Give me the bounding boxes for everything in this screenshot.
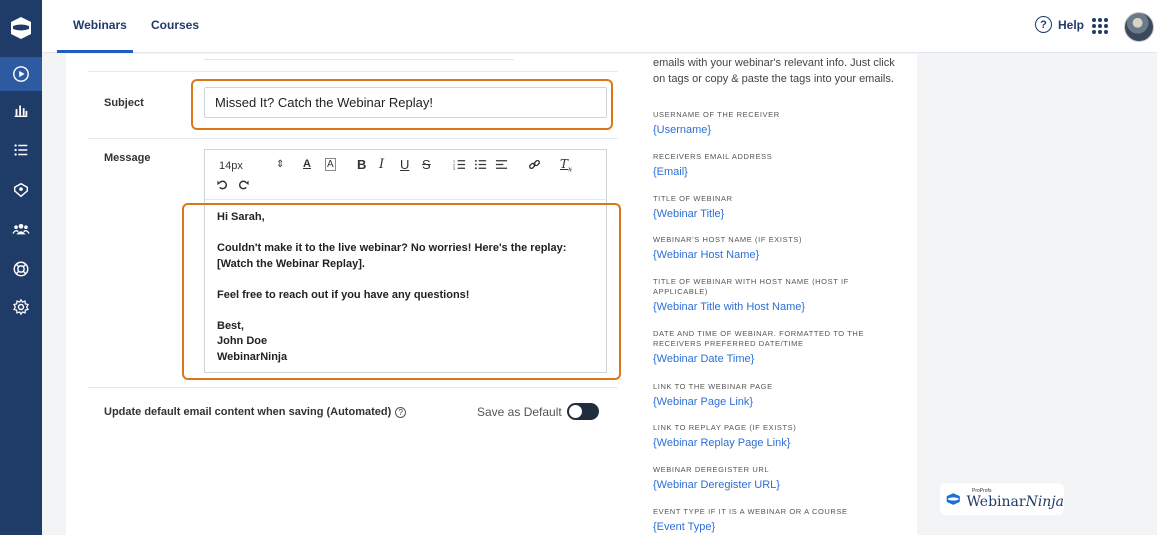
apps-grid-icon[interactable]	[1092, 18, 1108, 34]
sidebar-item-webinars[interactable]	[0, 57, 42, 91]
tag-item: EVENT TYPE IF IT IS A WEBINAR OR A COURS…	[653, 507, 883, 534]
message-label: Message	[104, 152, 151, 164]
tag-title: WEBINAR'S HOST NAME (IF EXISTS)	[653, 235, 803, 244]
help-button[interactable]: ? Help	[1035, 16, 1084, 33]
ninja-logo-icon	[946, 493, 960, 505]
tag-title: TITLE OF WEBINAR	[653, 194, 733, 203]
tag-link[interactable]: {Webinar Host Name}	[653, 248, 883, 262]
users-icon	[12, 223, 30, 235]
sidebar-item-users[interactable]	[11, 219, 31, 239]
tag-item: LINK TO THE WEBINAR PAGE {Webinar Page L…	[653, 382, 883, 409]
gear-icon	[13, 298, 29, 316]
lifebuoy-icon	[13, 261, 29, 277]
message-highlight	[182, 203, 621, 380]
tag-item: DATE AND TIME OF WEBINAR. FORMATTED TO T…	[653, 329, 883, 366]
tab-webinars[interactable]: Webinars	[73, 18, 127, 32]
previous-field-edge	[204, 54, 514, 60]
subject-label: Subject	[104, 97, 144, 109]
active-tab-indicator	[57, 50, 133, 53]
tag-link[interactable]: {Webinar Page Link}	[653, 395, 883, 409]
font-size-dropdown-icon[interactable]: ⇕	[276, 159, 284, 170]
tag-link[interactable]: {Webinar Deregister URL}	[653, 478, 883, 492]
question-circle-icon: ?	[1035, 16, 1052, 33]
tag-title: EVENT TYPE IF IT IS A WEBINAR OR A COURS…	[653, 507, 848, 516]
update-default-text: Update default email content when saving…	[104, 406, 392, 418]
bullet-list-icon[interactable]	[474, 158, 487, 174]
tag-link[interactable]: {Email}	[653, 165, 883, 179]
link-icon[interactable]	[528, 158, 541, 174]
tag-item: RECEIVERS EMAIL ADDRESS {Email}	[653, 152, 883, 179]
tag-title: LINK TO THE WEBINAR PAGE	[653, 382, 773, 391]
tags-intro: emails with your webinar's relevant info…	[653, 57, 895, 85]
tag-link[interactable]: {Webinar Replay Page Link}	[653, 436, 883, 450]
webinarninja-brand-logo: ProProfs WebinarNinja	[940, 483, 1064, 515]
tag-item: TITLE OF WEBINAR {Webinar Title}	[653, 194, 883, 221]
top-bar: Webinars Courses ? Help	[42, 0, 1157, 53]
clear-format-icon[interactable]: Tx	[560, 157, 572, 173]
tag-item: WEBINAR DEREGISTER URL {Webinar Deregist…	[653, 465, 883, 492]
divider	[88, 138, 618, 139]
sidebar-item-analytics[interactable]	[11, 100, 31, 120]
tag-link[interactable]: {Webinar Title with Host Name}	[653, 300, 883, 314]
brand-name-part: Webinar	[966, 493, 1026, 510]
tag-link[interactable]: {Username}	[653, 123, 883, 137]
tag-title: LINK TO REPLAY PAGE (IF EXISTS)	[653, 423, 797, 432]
list-icon	[14, 144, 28, 156]
divider	[88, 71, 618, 72]
tag-link[interactable]: {Webinar Date Time}	[653, 352, 883, 366]
tag-item: USERNAME OF THE RECEIVER {Username}	[653, 110, 883, 137]
tag-item: TITLE OF WEBINAR WITH HOST NAME (HOST IF…	[653, 277, 883, 314]
update-default-label: Update default email content when saving…	[104, 406, 407, 418]
align-icon[interactable]	[495, 158, 508, 174]
tag-item: WEBINAR'S HOST NAME (IF EXISTS) {Webinar…	[653, 235, 883, 262]
svg-text:3: 3	[453, 167, 455, 171]
save-as-default-label: Save as Default	[477, 405, 562, 419]
tab-courses[interactable]: Courses	[151, 18, 199, 32]
redo-icon[interactable]	[237, 178, 250, 194]
webinarninja-logo-icon[interactable]	[9, 16, 33, 40]
integrations-icon	[13, 182, 29, 198]
tag-title: DATE AND TIME OF WEBINAR. FORMATTED TO T…	[653, 329, 865, 348]
highlight-color-icon[interactable]: A	[325, 158, 336, 171]
undo-icon[interactable]	[216, 178, 229, 194]
bold-icon[interactable]: B	[357, 157, 366, 172]
tag-link[interactable]: {Event Type}	[653, 520, 883, 534]
divider	[88, 387, 618, 388]
underline-icon[interactable]: U	[400, 157, 409, 172]
question-circle-icon[interactable]: ?	[395, 406, 407, 418]
tag-title: RECEIVERS EMAIL ADDRESS	[653, 152, 773, 161]
avatar[interactable]	[1124, 12, 1154, 42]
ordered-list-icon[interactable]: 123	[453, 158, 466, 174]
help-label: Help	[1058, 17, 1085, 32]
subject-input[interactable]: Missed It? Catch the Webinar Replay!	[204, 87, 607, 118]
sidebar-item-integrations[interactable]	[11, 180, 31, 200]
italic-icon[interactable]: I	[379, 157, 384, 172]
play-circle-icon	[13, 66, 29, 82]
sidebar-item-list[interactable]	[11, 140, 31, 160]
font-size-select[interactable]: 14px	[219, 160, 243, 172]
strikethrough-icon[interactable]: S	[422, 157, 431, 172]
sidebar-item-settings[interactable]	[11, 297, 31, 317]
brand-name: WebinarNinja	[967, 494, 1064, 510]
brand-name-part: Ninja	[1025, 493, 1064, 510]
save-as-default-toggle[interactable]	[567, 403, 599, 420]
sidebar-item-support[interactable]	[11, 259, 31, 279]
editor-toolbar: 14px ⇕ A A B I U S 123 Tx	[205, 150, 606, 200]
brand-proprofs-label: ProProfs	[972, 488, 992, 494]
tag-title: WEBINAR DEREGISTER URL	[653, 465, 770, 474]
tag-link[interactable]: {Webinar Title}	[653, 207, 883, 221]
tag-title: TITLE OF WEBINAR WITH HOST NAME (HOST IF…	[653, 277, 849, 296]
bar-chart-icon	[14, 105, 28, 118]
sidebar	[0, 0, 42, 535]
tag-item: LINK TO REPLAY PAGE (IF EXISTS) {Webinar…	[653, 423, 883, 450]
text-color-icon[interactable]: A	[303, 158, 311, 170]
tag-title: USERNAME OF THE RECEIVER	[653, 110, 780, 119]
